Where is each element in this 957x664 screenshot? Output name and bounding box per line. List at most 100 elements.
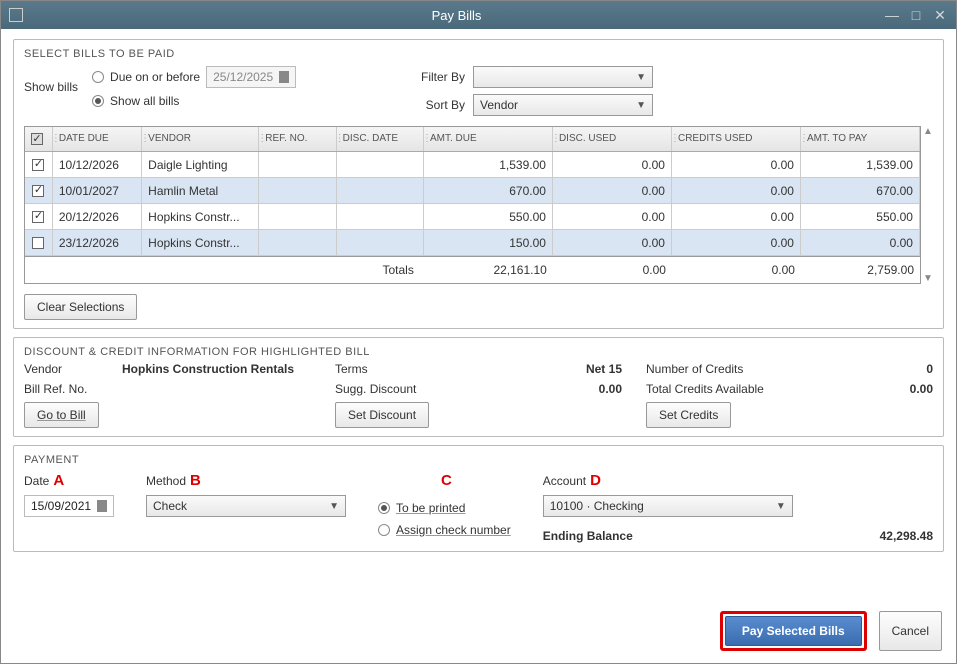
row-checkbox[interactable]: [32, 185, 44, 197]
radio-show-all[interactable]: [92, 95, 104, 107]
cell-pay: 1,539.00: [801, 152, 920, 177]
show-bills-label: Show bills: [24, 66, 78, 94]
cell-ref: [259, 204, 336, 229]
totals-amt: 22,161.10: [424, 263, 553, 277]
header-checkbox[interactable]: [31, 133, 43, 145]
discount-credit-section: DISCOUNT & CREDIT INFORMATION FOR HIGHLI…: [13, 337, 944, 437]
total-credits-label: Total Credits Available: [646, 382, 796, 396]
col-credits-used[interactable]: CREDITS USED: [672, 127, 801, 151]
maximize-icon[interactable]: □: [908, 8, 924, 22]
col-disc-date[interactable]: DISC. DATE: [337, 127, 424, 151]
payment-title: PAYMENT: [24, 454, 933, 466]
pay-selected-highlight: Pay Selected Bills: [720, 611, 867, 651]
due-on-before-label: Due on or before: [110, 70, 200, 84]
cell-disc-date: [337, 152, 424, 177]
table-row[interactable]: 10/12/2026 Daigle Lighting 1,539.00 0.00…: [25, 152, 920, 178]
chevron-down-icon: ▼: [636, 72, 646, 83]
row-checkbox[interactable]: [32, 237, 44, 249]
radio-due-on-before[interactable]: [92, 71, 104, 83]
filter-by-select[interactable]: ▼: [473, 66, 653, 88]
close-icon[interactable]: ✕: [932, 8, 948, 22]
annotation-a: A: [53, 472, 64, 489]
cell-credits: 0.00: [672, 178, 801, 203]
annotation-b: B: [190, 472, 201, 489]
table-body: 10/12/2026 Daigle Lighting 1,539.00 0.00…: [25, 152, 920, 256]
disc-info-title: DISCOUNT & CREDIT INFORMATION FOR HIGHLI…: [24, 346, 933, 358]
set-discount-button[interactable]: Set Discount: [335, 402, 429, 428]
chevron-down-icon: ▼: [329, 501, 339, 512]
row-checkbox[interactable]: [32, 211, 44, 223]
col-ref-no[interactable]: REF. NO.: [259, 127, 336, 151]
vendor-label: Vendor: [24, 362, 114, 376]
select-bills-title: SELECT BILLS TO BE PAID: [24, 48, 933, 60]
payment-account-value: 10100 · Checking: [550, 499, 644, 513]
payment-method-select[interactable]: Check ▼: [146, 495, 346, 517]
table-row[interactable]: 20/12/2026 Hopkins Constr... 550.00 0.00…: [25, 204, 920, 230]
num-credits-value: 0: [926, 362, 933, 376]
cell-vendor: Daigle Lighting: [142, 152, 259, 177]
assign-check-label: Assign check number: [396, 523, 511, 537]
scroll-up-icon[interactable]: ▲: [923, 126, 933, 137]
cell-vendor: Hopkins Constr...: [142, 230, 259, 255]
calendar-icon: [279, 71, 289, 83]
cell-vendor: Hamlin Metal: [142, 178, 259, 203]
ending-balance-value: 42,298.48: [880, 529, 933, 543]
scrollbar[interactable]: ▲▼: [923, 126, 933, 284]
minimize-icon[interactable]: —: [884, 8, 900, 22]
radio-assign-check[interactable]: [378, 524, 390, 536]
payment-date-input[interactable]: 15/09/2021: [24, 495, 114, 517]
sugg-value: 0.00: [599, 382, 622, 396]
table-row[interactable]: 10/01/2027 Hamlin Metal 670.00 0.00 0.00…: [25, 178, 920, 204]
cell-disc-date: [337, 204, 424, 229]
num-credits-label: Number of Credits: [646, 362, 796, 376]
vendor-value: Hopkins Construction Rentals: [122, 362, 294, 376]
cell-date: 10/12/2026: [53, 152, 142, 177]
due-date-input[interactable]: 25/12/2025: [206, 66, 296, 88]
set-credits-button[interactable]: Set Credits: [646, 402, 731, 428]
scroll-down-icon[interactable]: ▼: [923, 273, 933, 284]
radio-to-be-printed[interactable]: [378, 502, 390, 514]
cell-vendor: Hopkins Constr...: [142, 204, 259, 229]
to-be-printed-label: To be printed: [396, 501, 465, 515]
table-header: DATE DUE VENDOR REF. NO. DISC. DATE AMT.…: [25, 127, 920, 152]
chevron-down-icon: ▼: [636, 100, 646, 111]
window-title: Pay Bills: [29, 8, 884, 23]
pay-selected-bills-button[interactable]: Pay Selected Bills: [725, 616, 862, 646]
cell-amt: 1,539.00: [424, 152, 553, 177]
pay-date-label: Date: [24, 474, 49, 488]
totals-row: Totals 22,161.10 0.00 0.00 2,759.00: [25, 256, 920, 283]
cell-disc-used: 0.00: [553, 204, 672, 229]
app-icon: [9, 8, 23, 22]
col-amt-due[interactable]: AMT. DUE: [424, 127, 553, 151]
col-disc-used[interactable]: DISC. USED: [553, 127, 672, 151]
totals-label: Totals: [53, 263, 424, 277]
row-checkbox[interactable]: [32, 159, 44, 171]
total-credits-value: 0.00: [910, 382, 933, 396]
totals-disc: 0.00: [553, 263, 672, 277]
due-date-value: 25/12/2025: [213, 70, 273, 84]
cell-ref: [259, 230, 336, 255]
pay-method-label: Method: [146, 474, 186, 488]
payment-account-select[interactable]: 10100 · Checking ▼: [543, 495, 793, 517]
sort-by-select[interactable]: Vendor ▼: [473, 94, 653, 116]
cell-credits: 0.00: [672, 152, 801, 177]
cell-credits: 0.00: [672, 204, 801, 229]
sort-by-label: Sort By: [410, 98, 465, 112]
payment-section: PAYMENT Date A 15/09/2021 Method B Check ▼: [13, 445, 944, 552]
clear-selections-button[interactable]: Clear Selections: [24, 294, 137, 320]
cancel-button[interactable]: Cancel: [879, 611, 942, 651]
cell-date: 10/01/2027: [53, 178, 142, 203]
bills-table: DATE DUE VENDOR REF. NO. DISC. DATE AMT.…: [24, 126, 921, 284]
col-vendor[interactable]: VENDOR: [142, 127, 259, 151]
col-amt-to-pay[interactable]: AMT. TO PAY: [801, 127, 920, 151]
sugg-label: Sugg. Discount: [335, 382, 445, 396]
go-to-bill-button[interactable]: Go to Bill: [24, 402, 99, 428]
table-row[interactable]: 23/12/2026 Hopkins Constr... 150.00 0.00…: [25, 230, 920, 256]
sort-by-value: Vendor: [480, 98, 518, 112]
cell-disc-used: 0.00: [553, 152, 672, 177]
payment-date-value: 15/09/2021: [31, 499, 91, 513]
totals-pay: 2,759.00: [801, 263, 920, 277]
terms-value: Net 15: [586, 362, 622, 376]
col-date-due[interactable]: DATE DUE: [53, 127, 142, 151]
cell-amt: 550.00: [424, 204, 553, 229]
